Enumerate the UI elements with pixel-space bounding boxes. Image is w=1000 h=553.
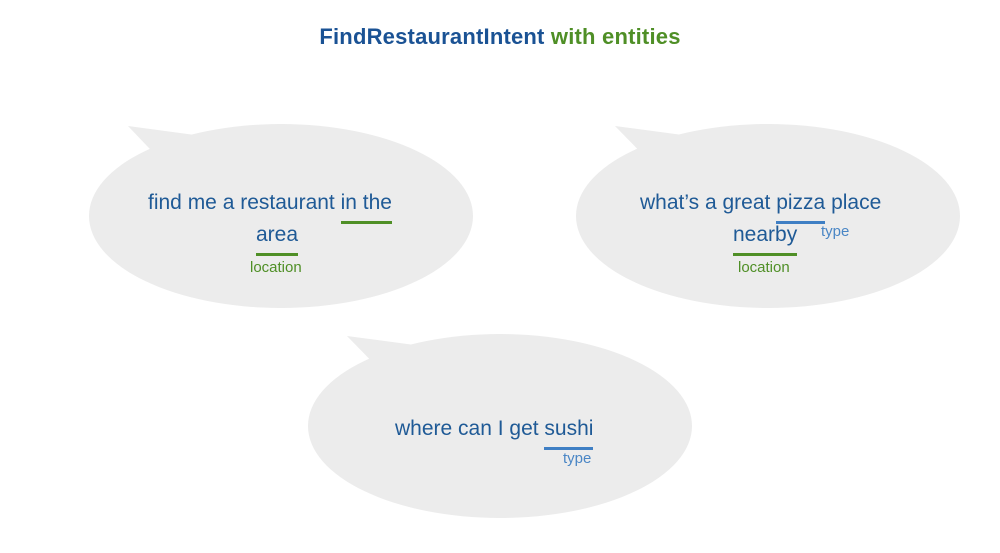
- utterance-3-type-label: type: [563, 450, 592, 467]
- utterance-2-location-entity: nearby: [733, 219, 798, 256]
- speech-bubbles: [89, 124, 960, 518]
- utterance-2-entity-text-2: nearby: [733, 223, 798, 246]
- utterance-2-text-post: place: [825, 191, 882, 214]
- utterance-2-location-label: location: [738, 259, 790, 276]
- utterance-2-text-pre: what’s a great: [640, 191, 777, 214]
- utterance-3-type-entity: sushi: [544, 413, 594, 450]
- utterance-2-type-entity: pizza: [776, 187, 826, 224]
- utterance-1-location-entity-part-2: area: [256, 219, 299, 256]
- utterance-1-entity-text-1: in the: [340, 191, 392, 214]
- utterance-1-entity-text-2: area: [256, 223, 299, 246]
- location-underline: [733, 253, 798, 256]
- utterance-3-entity-text: sushi: [544, 417, 594, 440]
- utterance-3-text: where can I get: [395, 417, 545, 440]
- utterance-2-type-label: type: [821, 223, 850, 240]
- utterance-2-entity-text-1: pizza: [776, 191, 826, 214]
- location-underline: [256, 253, 299, 256]
- utterance-2-line-1: what’s a great pizza place: [640, 187, 882, 224]
- utterance-1-text: find me a restaurant: [148, 191, 341, 214]
- utterance-2-line-2: nearby: [733, 219, 798, 256]
- utterance-1-line-1: find me a restaurant in the: [148, 187, 392, 224]
- location-underline: [340, 221, 392, 224]
- utterance-1-location-label: location: [250, 259, 302, 276]
- utterance-1-line-2: area: [256, 219, 299, 256]
- utterance-1-location-entity-part-1: in the: [340, 187, 392, 224]
- utterance-3-line-1: where can I get sushi: [395, 413, 594, 450]
